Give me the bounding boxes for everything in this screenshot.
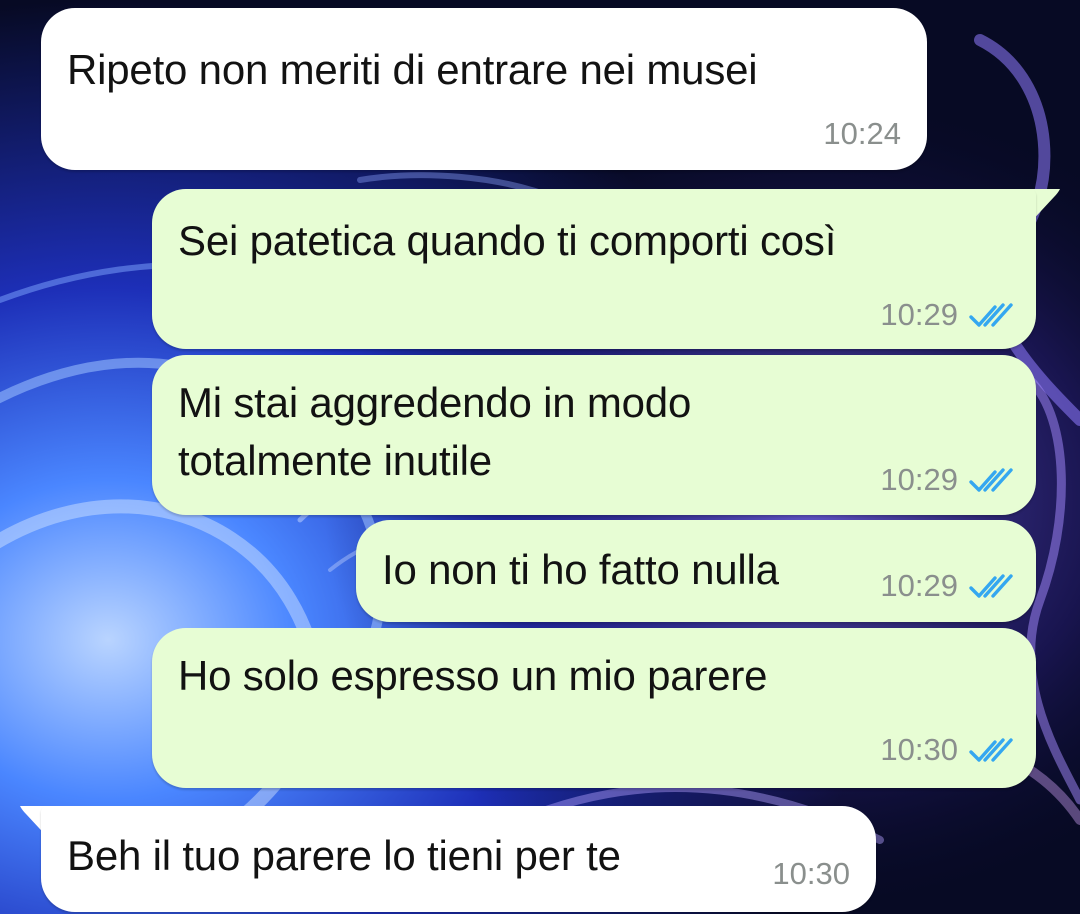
message-bubble-outgoing[interactable]: Sei patetica quando ti comporti così 10:… [152,189,1036,349]
message-timestamp: 10:29 [880,297,958,332]
message-timestamp: 10:29 [880,462,958,497]
message-text-line: Mi stai aggredendo in modo [178,379,692,426]
message-timestamp: 10:29 [880,568,958,603]
message-timestamp: 10:30 [772,856,850,891]
double-check-read-icon [969,303,1013,327]
message-text-line: totalmente inutile [178,437,492,484]
message-timestamp: 10:30 [880,732,958,767]
message-bubble-outgoing[interactable]: Io non ti ho fatto nulla 10:29 [356,520,1036,622]
message-text: Beh il tuo parere lo tieni per te [67,832,621,879]
double-check-read-icon [969,468,1013,492]
double-check-read-icon [969,574,1013,598]
message-bubble-outgoing[interactable]: Mi stai aggredendo in modo totalmente in… [152,355,1036,515]
message-text: Ripeto non meriti di entrare nei musei [67,46,758,93]
message-timestamp: 10:24 [823,116,901,151]
message-bubble-outgoing[interactable]: Ho solo espresso un mio parere 10:30 [152,628,1036,788]
message-bubble-incoming[interactable]: Beh il tuo parere lo tieni per te 10:30 [41,806,876,912]
double-check-read-icon [969,738,1013,762]
message-text: Ho solo espresso un mio parere [178,652,768,699]
message-bubble-incoming[interactable]: Ripeto non meriti di entrare nei musei 1… [41,8,927,170]
message-text: Sei patetica quando ti comporti così [178,217,837,264]
message-text: Io non ti ho fatto nulla [382,546,779,593]
